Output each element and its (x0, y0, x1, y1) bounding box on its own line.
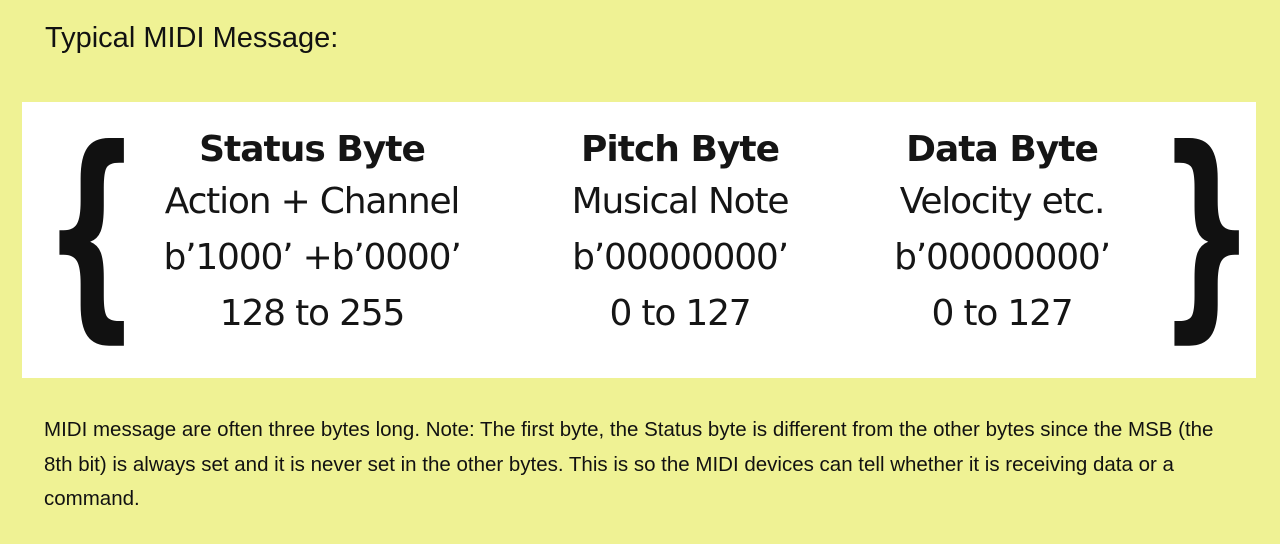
data-byte-description: Velocity etc. (899, 181, 1106, 222)
status-byte-description: Action + Channel (164, 181, 461, 222)
pitch-byte-bits: b’00000000’ (572, 237, 789, 278)
right-brace: } (1157, 101, 1257, 363)
pitch-byte-description: Musical Note (571, 181, 790, 222)
data-byte-range: 0 to 127 (931, 293, 1073, 334)
midi-message-diagram: { Status Byte Action + Channel b’1000’ +… (22, 102, 1256, 378)
data-byte-title: Data Byte (906, 129, 1099, 170)
pitch-byte-column: Pitch Byte Musical Note b’00000000’ 0 to… (530, 126, 830, 342)
page-title: Typical MIDI Message: (45, 22, 339, 54)
data-byte-column: Data Byte Velocity etc. b’00000000’ 0 to… (852, 126, 1152, 342)
pitch-byte-range: 0 to 127 (609, 293, 751, 334)
left-brace: { (42, 101, 142, 363)
status-byte-range: 128 to 255 (219, 293, 406, 334)
pitch-byte-title: Pitch Byte (581, 129, 780, 170)
data-byte-bits: b’00000000’ (894, 237, 1111, 278)
description-paragraph: MIDI message are often three bytes long.… (44, 418, 1214, 510)
status-byte-bits: b’1000’ +b’0000’ (163, 237, 461, 278)
status-byte-title: Status Byte (199, 129, 426, 170)
status-byte-column: Status Byte Action + Channel b’1000’ +b’… (132, 126, 492, 342)
